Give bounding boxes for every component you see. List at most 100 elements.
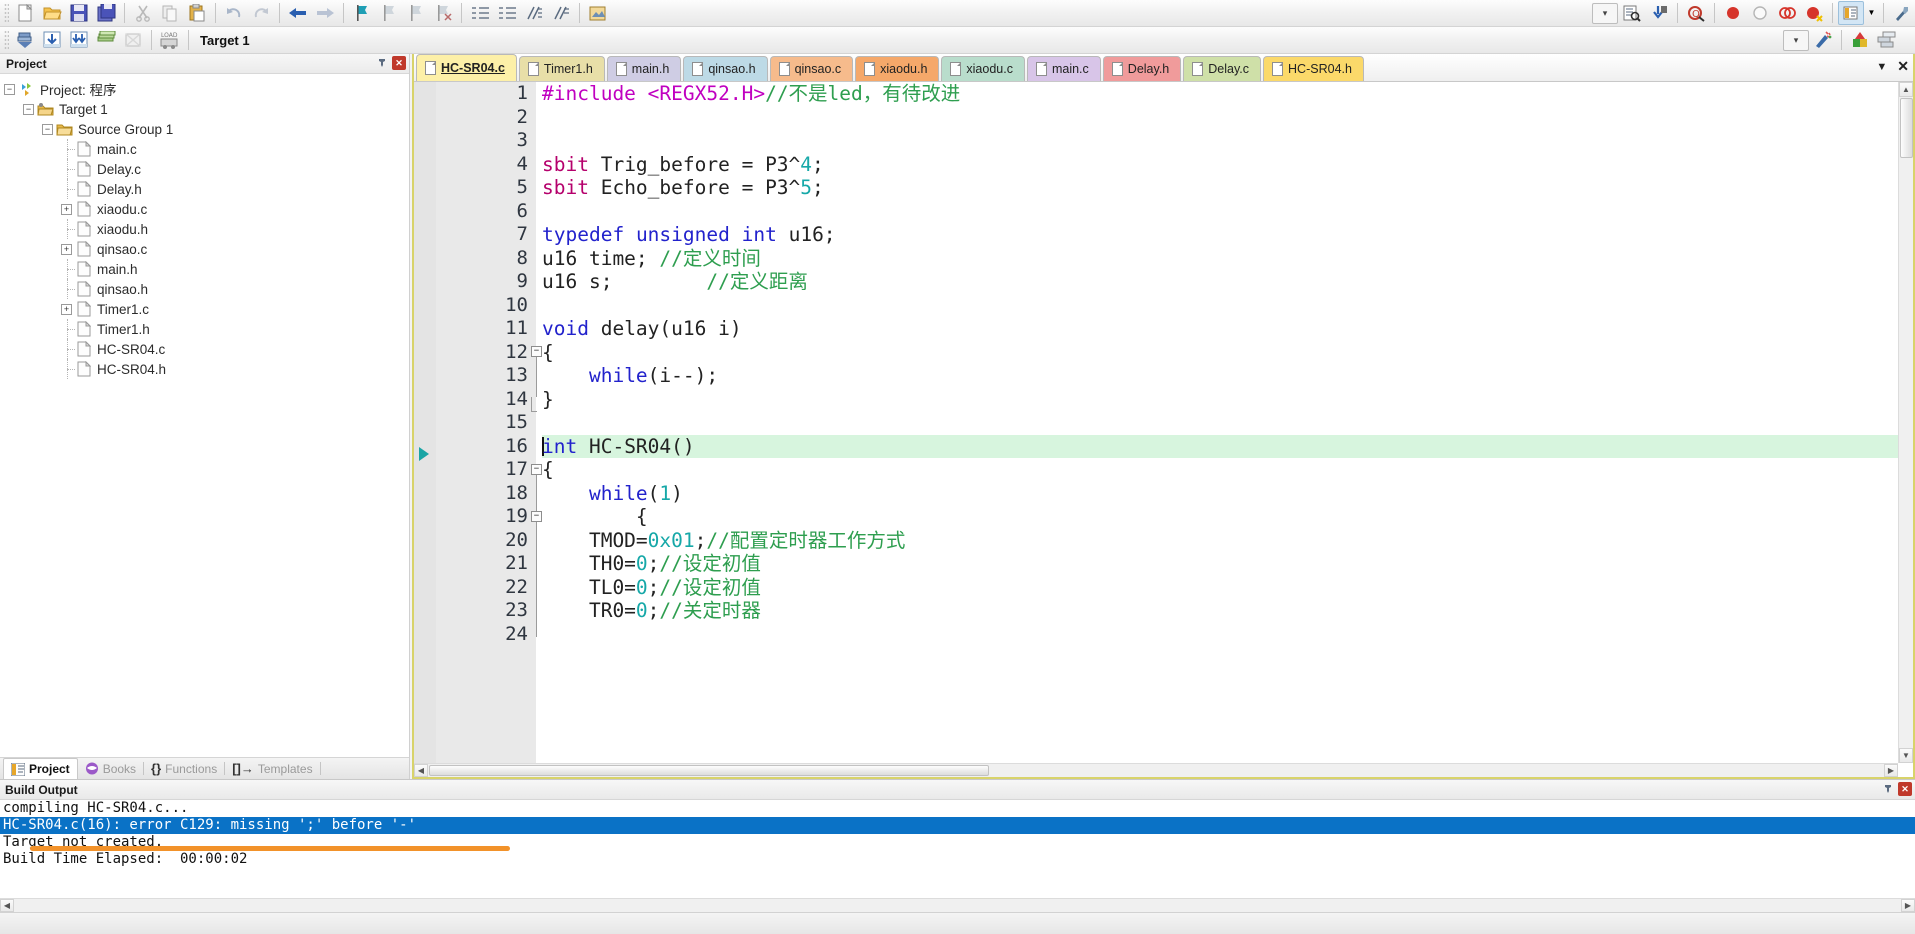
breakpoint-insert-icon[interactable] bbox=[1720, 1, 1746, 25]
editor-horizontal-scrollbar[interactable]: ◀ ▶ bbox=[414, 763, 1898, 777]
tab-books[interactable]: Books bbox=[78, 758, 143, 779]
tab-functions[interactable]: {} Functions bbox=[144, 758, 224, 779]
code-line[interactable]: typedef unsigned int u16; bbox=[542, 223, 1913, 247]
code-line[interactable] bbox=[542, 129, 1913, 153]
code-line[interactable]: sbit Echo_before = P3^5; bbox=[542, 176, 1913, 200]
code-line[interactable] bbox=[542, 200, 1913, 224]
code-line[interactable] bbox=[542, 411, 1913, 435]
code-line[interactable]: while(1) bbox=[542, 482, 1913, 506]
editor-tab-xiaodu-h[interactable]: xiaodu.h bbox=[855, 56, 940, 81]
tree-item-delay-c[interactable]: Delay.c bbox=[0, 159, 409, 179]
editor-tab-main-c[interactable]: main.c bbox=[1026, 56, 1101, 81]
pin-icon[interactable] bbox=[375, 56, 389, 70]
copy-icon[interactable] bbox=[157, 1, 183, 25]
breakpoint-gutter[interactable] bbox=[414, 82, 436, 777]
indent-increase-icon[interactable] bbox=[467, 1, 493, 25]
select-target-dropdown-icon[interactable]: ▾ bbox=[1783, 29, 1809, 51]
code-line[interactable]: #include <REGX52.H>//不是led，有待改进 bbox=[542, 82, 1913, 106]
rebuild-all-icon[interactable] bbox=[66, 28, 92, 52]
code-line[interactable]: u16 time; //定义时间 bbox=[542, 247, 1913, 271]
download-icon[interactable]: LOAD bbox=[157, 28, 183, 52]
tree-item-hc-sr04-c[interactable]: HC-SR04.c bbox=[0, 339, 409, 359]
build-output-error-line[interactable]: HC-SR04.c(16): error C129: missing ';' b… bbox=[0, 817, 1915, 834]
tree-collapse-icon[interactable]: − bbox=[42, 123, 53, 135]
stop-build-icon[interactable] bbox=[120, 28, 146, 52]
manage-multi-project-icon[interactable] bbox=[1874, 28, 1900, 52]
tree-item-timer1-h[interactable]: Timer1.h bbox=[0, 319, 409, 339]
bookmark-next-icon[interactable] bbox=[403, 1, 429, 25]
find-in-files-icon[interactable] bbox=[1619, 1, 1645, 25]
tab-templates[interactable]: []→ Templates bbox=[225, 758, 319, 779]
scroll-up-icon[interactable]: ▲ bbox=[1899, 82, 1913, 97]
tree-item-main-c[interactable]: main.c bbox=[0, 139, 409, 159]
save-icon[interactable] bbox=[66, 1, 92, 25]
code-line[interactable]: } bbox=[542, 388, 1913, 412]
code-line[interactable] bbox=[542, 623, 1913, 647]
toolbar-grip[interactable] bbox=[4, 3, 9, 23]
tree-item-timer1-c[interactable]: + Timer1.c bbox=[0, 299, 409, 319]
toolbar-grip[interactable] bbox=[4, 30, 9, 50]
bookmark-prev-icon[interactable] bbox=[376, 1, 402, 25]
comment-lines-icon[interactable] bbox=[521, 1, 547, 25]
batch-build-icon[interactable] bbox=[93, 28, 119, 52]
breakpoint-kill-all-icon[interactable] bbox=[1774, 1, 1800, 25]
code-line[interactable]: TMOD=0x01;//配置定时器工作方式 bbox=[542, 529, 1913, 553]
vertical-scroll-thumb[interactable] bbox=[1900, 98, 1913, 158]
close-icon[interactable]: ✕ bbox=[392, 56, 406, 70]
tree-item-source-group-1[interactable]: − Source Group 1 bbox=[0, 119, 409, 139]
code-line[interactable]: void delay(u16 i) bbox=[542, 317, 1913, 341]
editor-tab-timer1-h[interactable]: Timer1.h bbox=[518, 56, 605, 81]
build-output-horizontal-scrollbar[interactable]: ◀ ▶ bbox=[0, 898, 1915, 912]
code-line[interactable]: TH0=0;//设定初值 bbox=[542, 552, 1913, 576]
code-line[interactable]: { bbox=[542, 341, 1913, 365]
tree-item-target-1[interactable]: − Target 1 bbox=[0, 99, 409, 119]
manage-project-items-icon[interactable] bbox=[1847, 28, 1873, 52]
editor-tab-hc-sr04-c[interactable]: HC-SR04.c bbox=[416, 54, 517, 81]
build-output-body[interactable]: compiling HC-SR04.c... HC-SR04.c(16): err… bbox=[0, 800, 1915, 912]
undo-icon[interactable] bbox=[221, 1, 247, 25]
code-line[interactable] bbox=[542, 294, 1913, 318]
code-text[interactable]: #include <REGX52.H>//不是led，有待改进 sbit Tri… bbox=[536, 82, 1913, 777]
save-all-icon[interactable] bbox=[93, 1, 119, 25]
uncomment-lines-icon[interactable] bbox=[548, 1, 574, 25]
navigate-forward-icon[interactable] bbox=[312, 1, 338, 25]
project-tree[interactable]: − Project: 程序 − Target 1− Source Group 1 main… bbox=[0, 74, 409, 757]
code-line[interactable]: while(i--); bbox=[542, 364, 1913, 388]
tree-item-main-h[interactable]: main.h bbox=[0, 259, 409, 279]
project-window-dropdown-icon[interactable]: ▼ bbox=[1865, 1, 1878, 25]
tab-project[interactable]: Project bbox=[3, 758, 78, 779]
goto-definition-icon[interactable] bbox=[1646, 1, 1672, 25]
editor-tab-qinsao-c[interactable]: qinsao.c bbox=[769, 56, 854, 81]
horizontal-scroll-thumb[interactable] bbox=[429, 765, 989, 776]
editor-tabbar[interactable]: HC-SR04.c Timer1.h main.h qinsao.h qinsao.c x… bbox=[414, 54, 1913, 82]
find-next-icon[interactable]: Q bbox=[1683, 1, 1709, 25]
new-file-icon[interactable] bbox=[12, 1, 38, 25]
editor-tab-main-h[interactable]: main.h bbox=[606, 56, 682, 81]
tree-item-qinsao-h[interactable]: qinsao.h bbox=[0, 279, 409, 299]
scroll-left-icon[interactable]: ◀ bbox=[414, 764, 428, 777]
build-target-icon[interactable] bbox=[39, 28, 65, 52]
scroll-right-icon[interactable]: ▶ bbox=[1884, 764, 1898, 777]
close-icon[interactable]: ✕ bbox=[1898, 782, 1912, 796]
tree-item-qinsao-c[interactable]: + qinsao.c bbox=[0, 239, 409, 259]
scroll-left-icon[interactable]: ◀ bbox=[0, 899, 14, 912]
code-editor[interactable]: 1 2 3 4 5 6 7 8 9 10 11 12 13 14 15 16 17 18 19 20 21 22 23 24 … bbox=[414, 82, 1913, 777]
indent-decrease-icon[interactable] bbox=[494, 1, 520, 25]
tabbar-close-icon[interactable]: ✕ bbox=[1897, 58, 1909, 75]
translate-icon[interactable] bbox=[12, 28, 38, 52]
code-line[interactable]: int HC-SR04() bbox=[542, 434, 1913, 458]
pin-icon[interactable] bbox=[1881, 782, 1895, 796]
tree-item-xiaodu-h[interactable]: xiaodu.h bbox=[0, 219, 409, 239]
build-output-line[interactable]: compiling HC-SR04.c... bbox=[0, 800, 1915, 817]
tree-item-delay-h[interactable]: Delay.h bbox=[0, 179, 409, 199]
code-line[interactable]: TL0=0;//设定初值 bbox=[542, 576, 1913, 600]
redo-icon[interactable] bbox=[248, 1, 274, 25]
tree-collapse-icon[interactable]: − bbox=[23, 103, 34, 115]
tree-collapse-icon[interactable]: − bbox=[4, 83, 15, 95]
select-target-combo[interactable]: Target 1 bbox=[194, 30, 359, 51]
code-line[interactable] bbox=[542, 106, 1913, 130]
editor-tab-delay-h[interactable]: Delay.h bbox=[1102, 56, 1182, 81]
editor-tab-hc-sr04-h[interactable]: HC-SR04.h bbox=[1263, 56, 1364, 81]
tree-item-xiaodu-c[interactable]: + xiaodu.c bbox=[0, 199, 409, 219]
configure-icon[interactable] bbox=[1889, 1, 1915, 25]
